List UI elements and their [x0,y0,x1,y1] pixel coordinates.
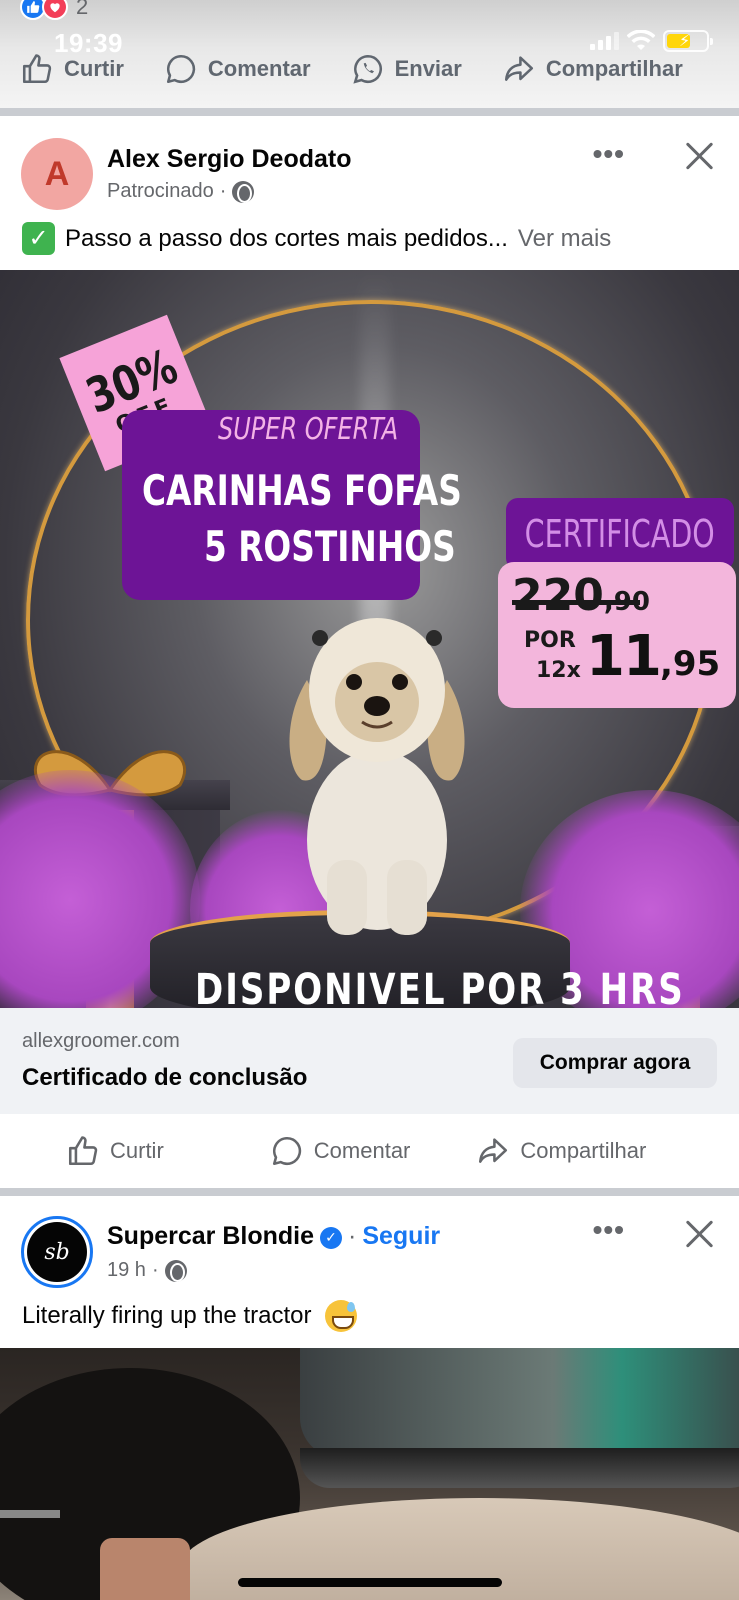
ad-headline: Certificado de conclusão [22,1064,308,1091]
wifi-icon [627,30,655,50]
offer-line-2: 5 ROSTINHOS [204,522,456,571]
ad-post-actions: Curtir Comentar Compartilhar [0,1134,739,1168]
post-author-line: Supercar Blondie ✓ · Seguir [107,1222,440,1251]
author-separator: · [348,1222,357,1250]
video-player[interactable] [0,1348,739,1600]
post-text: ✓ Passo a passo dos cortes mais pedidos.… [22,222,611,255]
sponsored-label: Patrocinado [107,180,214,202]
reaction-count: 2 [76,0,89,19]
grinning-sweat-emoji-icon [325,1300,358,1332]
reactions-summary[interactable]: 2 [20,0,88,22]
share-arrow-icon [504,56,533,81]
ad-link-footer[interactable]: allexgroomer.com Certificado de conclusã… [0,1008,739,1114]
offer-title: SUPER OFERTA [218,412,399,447]
video-overlay-bar [0,1510,60,1518]
comment-label: Comentar [313,1138,411,1163]
send-label: Enviar [394,56,462,81]
battery-icon: ⚡ [663,30,713,52]
tractor-part [300,1348,739,1458]
top-area: 2 19:39 ⚡ Curtir Comentar Enviar Compart… [0,0,739,108]
meta-separator: · [219,180,227,202]
ad-creative-image[interactable]: 30% OFF SUPER OFERTA CARINHAS FOFAS 5 RO… [0,270,739,1008]
more-options-icon[interactable]: ••• [593,138,625,170]
post-author[interactable]: Alex Sergio Deodato [107,145,352,174]
more-options-icon[interactable]: ••• [593,1214,625,1246]
old-price-main: 220 [512,570,604,621]
close-icon[interactable] [681,1216,717,1252]
price-box: 220,90 POR 12x 11,95 [498,562,736,708]
home-indicator[interactable] [238,1578,502,1587]
installments-label: 12x [536,658,581,683]
wing-nut [100,1538,190,1600]
globe-icon [164,1259,187,1282]
author-avatar[interactable]: A [21,138,93,210]
old-price: 220,90 [512,570,650,621]
availability-text: DISPONIVEL POR 3 HRS [195,965,685,1008]
globe-icon [232,180,255,203]
new-price-main: 11 [586,624,662,689]
thumbs-up-icon [68,1136,98,1166]
certificate-label: CERTIFICADO [524,512,716,556]
old-price-cents: ,90 [603,587,650,617]
check-mark-icon: ✓ [22,222,55,255]
comment-bubble-icon [166,54,196,84]
follow-button[interactable]: Seguir [362,1222,440,1250]
cellular-signal-icon [590,32,619,50]
like-button[interactable]: Curtir [66,1134,164,1168]
share-arrow-icon [479,1138,508,1163]
love-reaction-icon [42,0,68,20]
offer-line-1: CARINHAS FOFAS [142,466,462,515]
send-button[interactable]: Enviar [351,52,462,86]
post-meta: 19 h · [107,1259,187,1282]
page-avatar[interactable]: sb [21,1216,93,1288]
post-text: Literally firing up the tractor [22,1300,358,1332]
share-button[interactable]: Compartilhar [502,52,683,86]
meta-separator: · [151,1259,159,1281]
feed-divider [0,1188,739,1196]
comment-button[interactable]: Comentar [270,1134,411,1168]
share-label: Compartilhar [545,56,683,81]
post-time: 19 h [107,1259,146,1281]
verified-badge-icon: ✓ [320,1226,342,1249]
comment-button[interactable]: Comentar [164,52,311,86]
dog-illustration [289,618,465,935]
close-icon[interactable] [681,138,717,174]
comment-bubble-icon [272,1136,301,1166]
avatar-monogram: sb [27,1222,87,1282]
post-author[interactable]: Supercar Blondie [107,1222,314,1250]
like-label: Curtir [64,56,124,81]
ad-domain: allexgroomer.com [22,1030,180,1052]
certificate-box: CERTIFICADO [506,498,734,570]
buy-now-button[interactable]: Comprar agora [513,1038,717,1088]
post-text-body: Passo a passo dos cortes mais pedidos... [65,224,508,252]
status-icons: ⚡ [590,30,713,52]
whatsapp-icon [352,54,382,84]
comment-label: Comentar [207,56,311,81]
see-more-link[interactable]: Ver mais [518,225,611,253]
share-label: Compartilhar [520,1138,647,1163]
price-por-label: POR [524,628,576,653]
share-button[interactable]: Compartilhar [476,1134,646,1168]
new-price-cents: ,95 [659,644,721,684]
new-price: 11,95 [586,624,720,689]
feed-divider [0,108,739,116]
post-text-body: Literally firing up the tractor [22,1302,312,1329]
like-button[interactable]: Curtir [20,52,124,86]
thumbs-up-icon [22,54,52,84]
post-meta: Patrocinado · [107,180,255,203]
prev-post-actions: Curtir Comentar Enviar Compartilhar [0,52,739,86]
like-label: Curtir [110,1138,164,1163]
